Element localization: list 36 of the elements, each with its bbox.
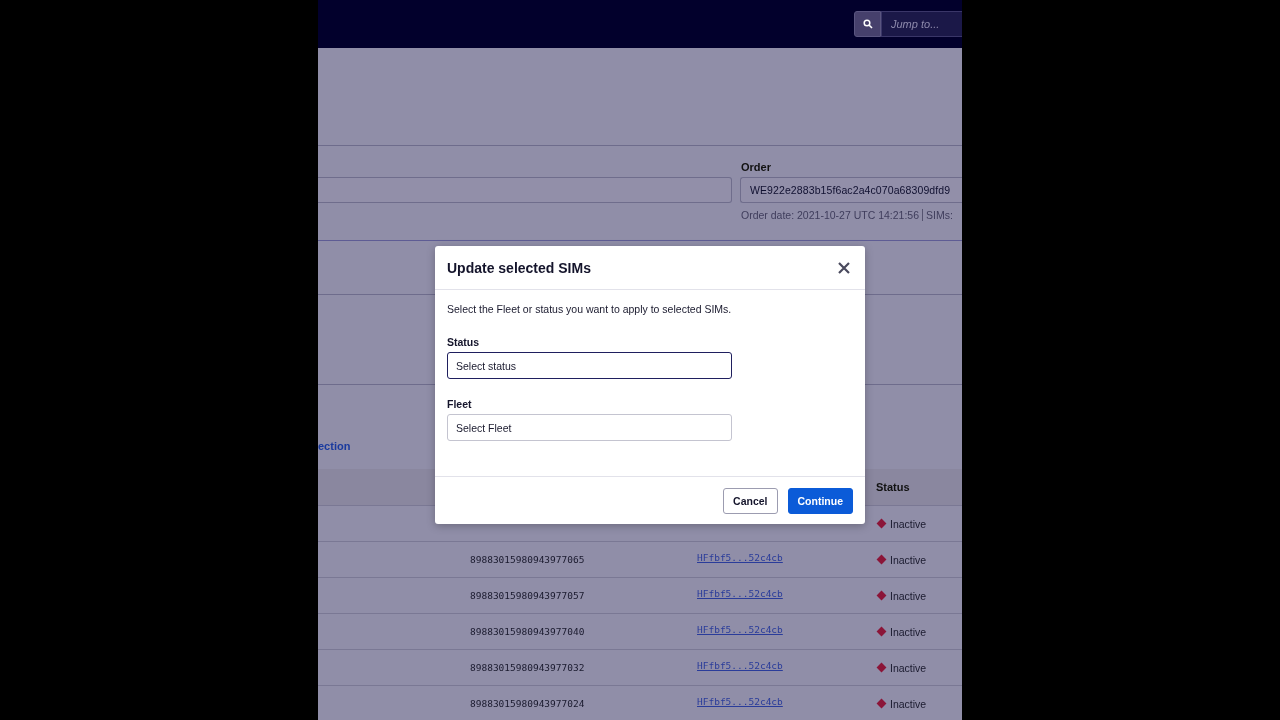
order-date: Order date: 2021-10-27 UTC 14:21:56 [741, 209, 920, 221]
close-icon [838, 261, 850, 274]
dialog-title: Update selected SIMs [447, 259, 591, 276]
close-button[interactable] [838, 261, 850, 274]
dialog-description: Select the Fleet or status you want to apply to selected SIMs. [447, 303, 732, 315]
order-label: Order [741, 161, 772, 175]
iccid-cell: 89883015980943977040 [470, 626, 585, 637]
text-field[interactable] [318, 177, 732, 203]
status-text: Inactive [890, 697, 927, 710]
iccid-cell: 89883015980943977065 [470, 554, 585, 565]
iccid-cell: 89883015980943977032 [470, 662, 585, 673]
field-label: Fleet [447, 398, 472, 410]
status-text: Inactive [890, 517, 927, 530]
search-button[interactable] [854, 11, 881, 37]
status-text: Inactive [890, 661, 927, 674]
status-text: Inactive [890, 589, 927, 602]
device-link[interactable]: HFfbf5...52c4cb [697, 696, 783, 707]
status-text: Inactive [890, 625, 927, 638]
link[interactable]: ection [318, 440, 351, 452]
order-field[interactable]: WE922e2883b15f6ac2a4c070a68309dfd9 [740, 177, 962, 203]
column-header: Status [876, 481, 910, 493]
device-link[interactable]: HFfbf5...52c4cb [697, 660, 783, 671]
device-link[interactable]: HFfbf5...52c4cb [697, 588, 783, 599]
status-text: Inactive [890, 553, 927, 566]
secondary-button[interactable]: Cancel [723, 487, 778, 514]
iccid-cell: 89883015980943977057 [470, 590, 585, 601]
primary-button[interactable]: Continue [787, 487, 853, 514]
iccid-cell: 89883015980943977024 [470, 698, 585, 709]
field-label: Status [447, 336, 480, 348]
device-link[interactable]: HFfbf5...52c4cb [697, 624, 783, 635]
device-link[interactable]: HFfbf5...52c4cb [697, 552, 783, 563]
select-field[interactable]: Select status [447, 352, 732, 379]
search-icon [862, 19, 873, 29]
sims-label: SIMs: [926, 209, 953, 221]
search-field[interactable]: Jump to... [881, 11, 962, 37]
order-value: WE922e2883b15f6ac2a4c070a68309dfd9 [750, 184, 951, 196]
